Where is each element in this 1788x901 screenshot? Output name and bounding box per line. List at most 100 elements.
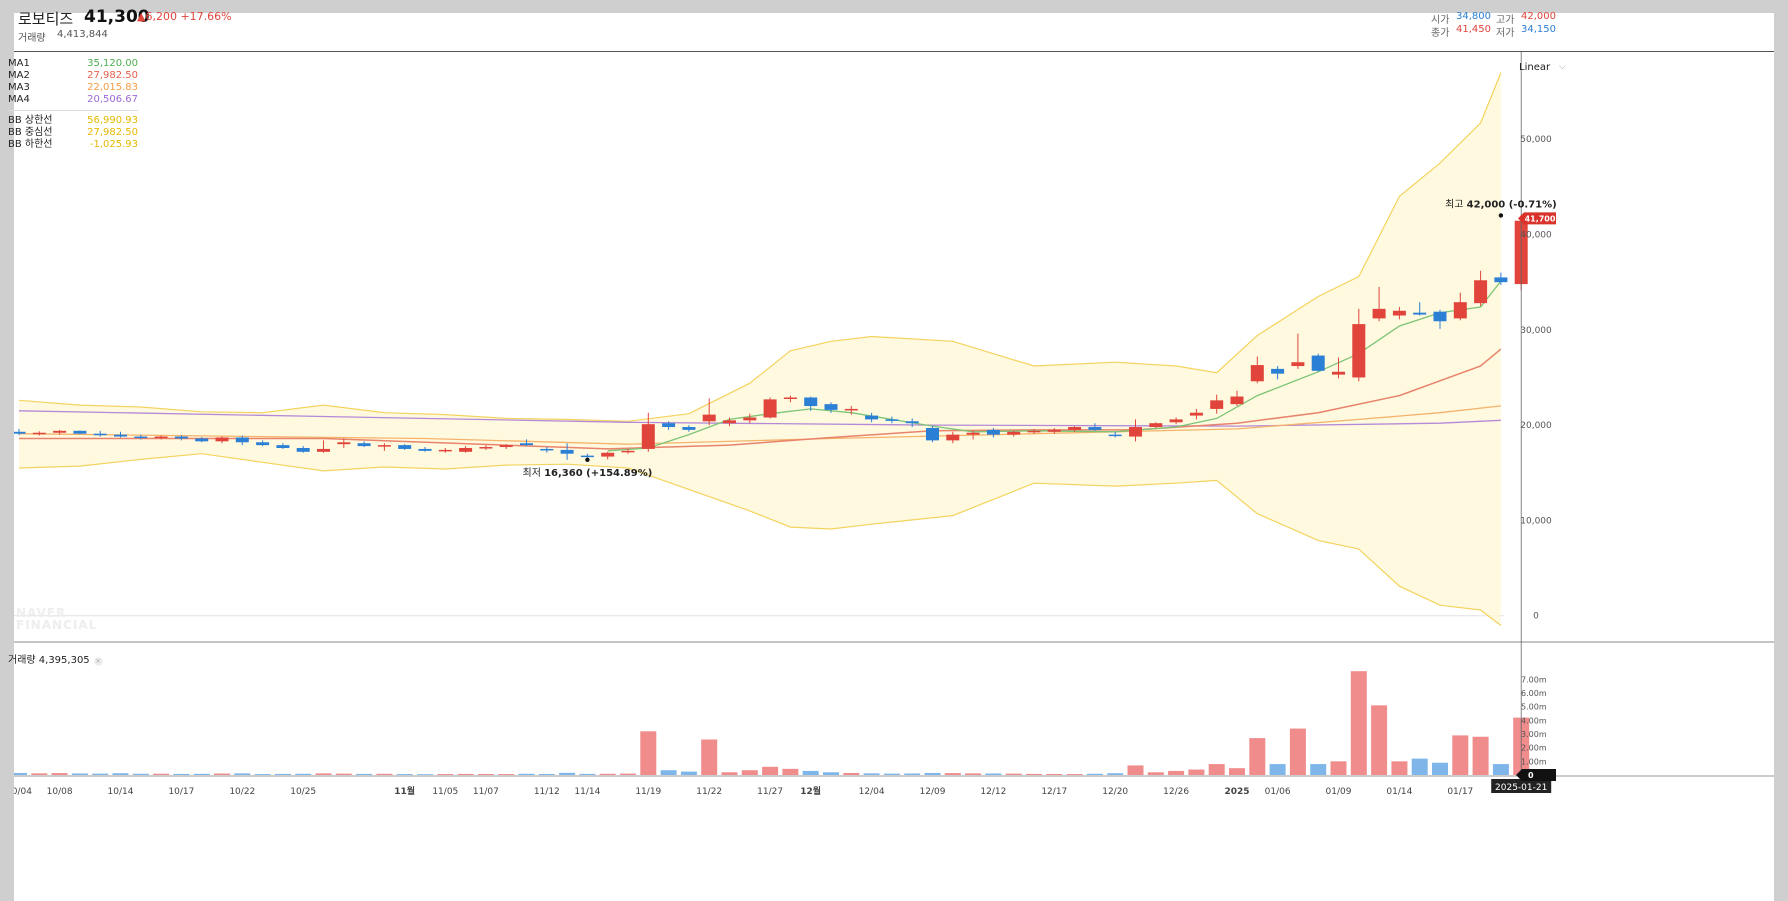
- volume-bar: [1350, 671, 1367, 775]
- legend-name: MA1: [8, 58, 30, 69]
- candle-body: [580, 455, 594, 458]
- volume-bar: [1411, 758, 1428, 775]
- annotation-value: 42,000 (-0.71%): [1467, 199, 1557, 210]
- candle-body: [1230, 396, 1244, 405]
- volume-bar: [1310, 764, 1327, 775]
- date-tick-label: 10/14: [108, 787, 134, 797]
- volume-bar: [660, 770, 677, 775]
- volume-bar: [1330, 761, 1347, 775]
- volume-bar: [1229, 768, 1245, 775]
- date-tick-label: 11/14: [574, 787, 600, 797]
- volume-bar: [477, 773, 494, 775]
- candle-body: [195, 438, 209, 442]
- volume-bar: [31, 773, 48, 775]
- volume-bar: [71, 773, 88, 775]
- candle-body: [1332, 371, 1345, 375]
- crosshair-date-label: 2025-01-21: [1495, 783, 1547, 793]
- legend-ma3: MA3 22,015.83: [8, 82, 138, 94]
- legend-value: 20,506.67: [87, 94, 138, 105]
- legend-value: 27,982.50: [87, 127, 138, 138]
- volume-bar: [1066, 774, 1083, 775]
- candle-body: [804, 397, 818, 407]
- volume-bar: [214, 773, 230, 775]
- date-tick-label: 12/09: [920, 787, 946, 797]
- legend-bb-upper: BB 상한선 56,990.93: [8, 115, 138, 127]
- volume-bar: [1472, 736, 1489, 775]
- candle-body: [1129, 427, 1142, 437]
- indicator-legend: MA1 35,120.00 MA2 27,982.50 MA3 22,015.83 M…: [8, 58, 138, 151]
- candle-body: [1291, 362, 1305, 367]
- candle-body: [317, 448, 330, 452]
- volume-bar: [538, 773, 555, 775]
- candle-body: [459, 447, 473, 452]
- annotation-value: 16,360 (+154.89%): [544, 468, 652, 479]
- chart-frame: 로보티즈 41,300 ▲6,200 +17.66% 거래량 4,413,844…: [8, 7, 1774, 901]
- date-tick-label: 01/14: [1386, 787, 1412, 797]
- candle-body: [1088, 427, 1102, 430]
- candle-body: [73, 430, 87, 434]
- candle-body: [702, 414, 716, 422]
- legend-ma4: MA4 20,506.67: [8, 94, 138, 106]
- candle-body: [235, 437, 249, 443]
- legend-name: MA2: [8, 70, 30, 81]
- legend-value: 56,990.93: [87, 115, 138, 126]
- volume-bar: [1046, 773, 1063, 775]
- candle-body: [946, 434, 960, 441]
- price-chart[interactable]: 50,000 40,000 30,000 20,000 10,000 0 7.00m 6.00…: [14, 13, 1774, 901]
- bollinger-band-fill: [19, 72, 1501, 626]
- candle-body: [1271, 368, 1285, 374]
- candle-body: [560, 449, 574, 454]
- current-volume-tag-label: 0: [1528, 771, 1534, 780]
- candle-body: [1474, 280, 1488, 304]
- volume-bar: [1107, 773, 1124, 775]
- candle-body: [621, 450, 635, 453]
- volume-bar: [965, 773, 982, 775]
- candle-body: [337, 442, 351, 445]
- volume-bar: [843, 772, 860, 775]
- price-tick-label: 20,000: [1520, 421, 1552, 431]
- candle-body: [641, 424, 655, 449]
- price-tick-label: 30,000: [1520, 326, 1552, 336]
- candle-body: [540, 448, 554, 451]
- volume-bar: [944, 773, 961, 775]
- candle-body: [114, 434, 127, 437]
- date-tick-label: 12/12: [980, 787, 1006, 797]
- volume-bar: [112, 773, 129, 775]
- candle-body: [479, 447, 493, 449]
- candle-body: [885, 419, 899, 421]
- volume-bar: [1005, 773, 1022, 775]
- volume-bar: [579, 773, 596, 775]
- legend-name: MA3: [8, 82, 30, 93]
- candle-body: [865, 415, 879, 420]
- volume-bar: [1208, 764, 1225, 775]
- candle-body: [662, 423, 676, 428]
- candle-body: [1352, 324, 1366, 378]
- candle-body: [1372, 308, 1386, 319]
- close-icon[interactable]: ×: [93, 657, 103, 666]
- date-tick-label: 11/07: [473, 787, 499, 797]
- volume-bar: [559, 772, 576, 775]
- date-tick-label: 01/09: [1326, 787, 1352, 797]
- candle-body: [499, 445, 513, 448]
- legend-value: 22,015.83: [87, 82, 138, 93]
- volume-tick-label: 2.00m: [1521, 744, 1547, 753]
- volume-bar: [417, 774, 433, 775]
- scale-select[interactable]: Linear ⌵: [1519, 62, 1566, 73]
- legend-bb-lower: BB 하한선 -1,025.93: [8, 139, 138, 151]
- candle-body: [357, 443, 371, 447]
- volume-bar: [782, 768, 799, 775]
- candle-body: [174, 436, 188, 439]
- current-volume-tag: [1516, 769, 1556, 781]
- legend-value: 35,120.00: [87, 58, 138, 69]
- volume-bar: [620, 773, 636, 775]
- volume-tick-label: 5.00m: [1521, 703, 1547, 712]
- candle-body: [1068, 427, 1082, 430]
- annotation-label: 최저: [523, 467, 545, 479]
- volume-bar: [1086, 773, 1103, 775]
- volume-legend: 거래량 4,395,305 ×: [8, 651, 103, 666]
- volume-bar: [14, 772, 27, 775]
- price-tick-label: 40,000: [1520, 231, 1552, 241]
- volume-bar: [599, 773, 616, 775]
- date-tick-label: 11/12: [534, 787, 560, 797]
- candle-body: [1311, 355, 1325, 371]
